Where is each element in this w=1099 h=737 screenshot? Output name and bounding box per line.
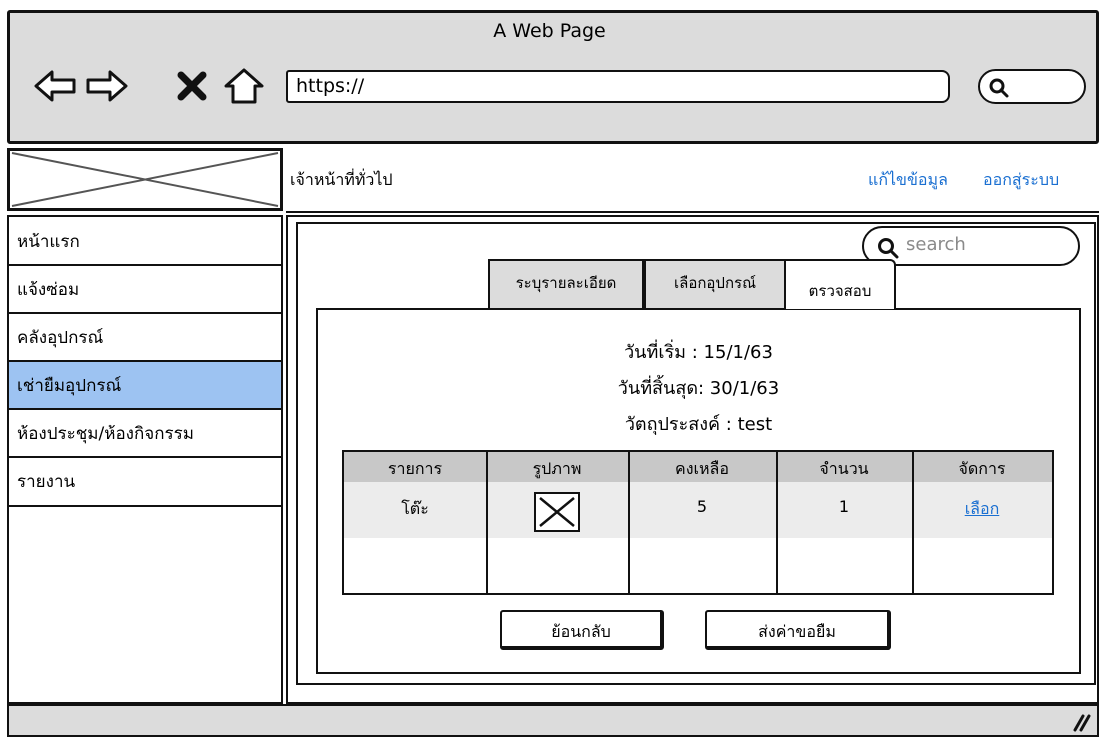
search-icon <box>878 238 899 259</box>
column-divider <box>776 452 778 593</box>
tab-review[interactable]: ตรวจสอบ <box>784 259 896 309</box>
end-date-text: วันที่สิ้นสุด: 30/1/63 <box>617 378 780 399</box>
url-field[interactable]: https:// <box>286 70 950 103</box>
column-divider <box>628 452 630 593</box>
cell-item: โต๊ะ <box>401 499 429 518</box>
table-header: จัดการ <box>912 452 1052 482</box>
tab-select-equipment[interactable]: เลือกอุปกรณ์ <box>644 259 786 309</box>
table-header: คงเหลือ <box>628 452 776 482</box>
select-link[interactable]: เลือก <box>965 499 1000 518</box>
cell-remaining: 5 <box>696 497 708 516</box>
logout-link[interactable]: ออกสู่ระบบ <box>983 168 1059 193</box>
sidebar-item-label: แจ้งซ่อม <box>17 280 80 300</box>
sidebar-item-home[interactable]: หน้าแรก <box>9 218 281 266</box>
search-icon <box>989 78 1009 98</box>
table-header: จำนวน <box>776 452 912 482</box>
close-x-icon[interactable] <box>176 70 208 102</box>
logo-placeholder-icon <box>7 148 283 211</box>
resize-grip-icon[interactable] <box>1069 712 1091 732</box>
sidebar-item-report-repair[interactable]: แจ้งซ่อม <box>9 266 281 314</box>
sidebar-item-inventory[interactable]: คลังอุปกรณ์ <box>9 314 281 362</box>
back-arrow-icon[interactable] <box>32 68 78 104</box>
image-placeholder-icon <box>534 492 580 532</box>
tab-label: ระบุรายละเอียด <box>515 274 617 292</box>
sidebar-item-label: คลังอุปกรณ์ <box>17 328 104 348</box>
forward-arrow-icon[interactable] <box>84 68 130 104</box>
items-table: รายการ รูปภาพ คงเหลือ จำนวน จัดการ โต๊ะ … <box>342 450 1054 595</box>
browser-search-field[interactable] <box>978 69 1086 104</box>
tab-label: ตรวจสอบ <box>808 282 872 300</box>
purpose-text: วัตถุประสงค์ : test <box>624 414 773 435</box>
header-divider <box>286 211 1099 213</box>
sidebar-item-meeting-rooms[interactable]: ห้องประชุม/ห้องกิจกรรม <box>9 410 281 458</box>
sidebar-item-label: หน้าแรก <box>17 232 80 252</box>
search-placeholder: search <box>906 234 966 255</box>
cell-quantity: 1 <box>838 497 850 516</box>
search-input[interactable]: search <box>862 226 1080 266</box>
home-icon[interactable] <box>222 66 266 106</box>
sidebar-item-borrow-equipment[interactable]: เช่ายืมอุปกรณ์ <box>9 362 281 410</box>
column-divider <box>912 452 914 593</box>
url-text: https:// <box>296 75 365 97</box>
sidebar-item-label: เช่ายืมอุปกรณ์ <box>17 376 122 396</box>
sidebar-menu: หน้าแรก แจ้งซ่อม คลังอุปกรณ์ เช่ายืมอุปก… <box>9 218 281 507</box>
column-divider <box>486 452 488 593</box>
back-button[interactable]: ย้อนกลับ <box>500 610 664 650</box>
window-title: A Web Page <box>493 20 606 42</box>
sidebar-item-reports[interactable]: รายงาน <box>9 458 281 506</box>
edit-profile-link[interactable]: แก้ไขข้อมูล <box>868 168 948 193</box>
start-date-text: วันที่เริ่ม : 15/1/63 <box>624 342 773 363</box>
sidebar-item-label: รายงาน <box>17 472 76 492</box>
tab-label: เลือกอุปกรณ์ <box>674 274 756 292</box>
table-header: รายการ <box>344 452 486 482</box>
tab-details[interactable]: ระบุรายละเอียด <box>488 259 644 309</box>
table-header: รูปภาพ <box>486 452 628 482</box>
sidebar-item-label: ห้องประชุม/ห้องกิจกรรม <box>17 424 194 444</box>
status-bar <box>7 704 1099 737</box>
submit-borrow-request-button[interactable]: ส่งค่าขอยืม <box>705 610 891 650</box>
user-role-label: เจ้าหน้าที่ทั่วไป <box>290 170 393 189</box>
